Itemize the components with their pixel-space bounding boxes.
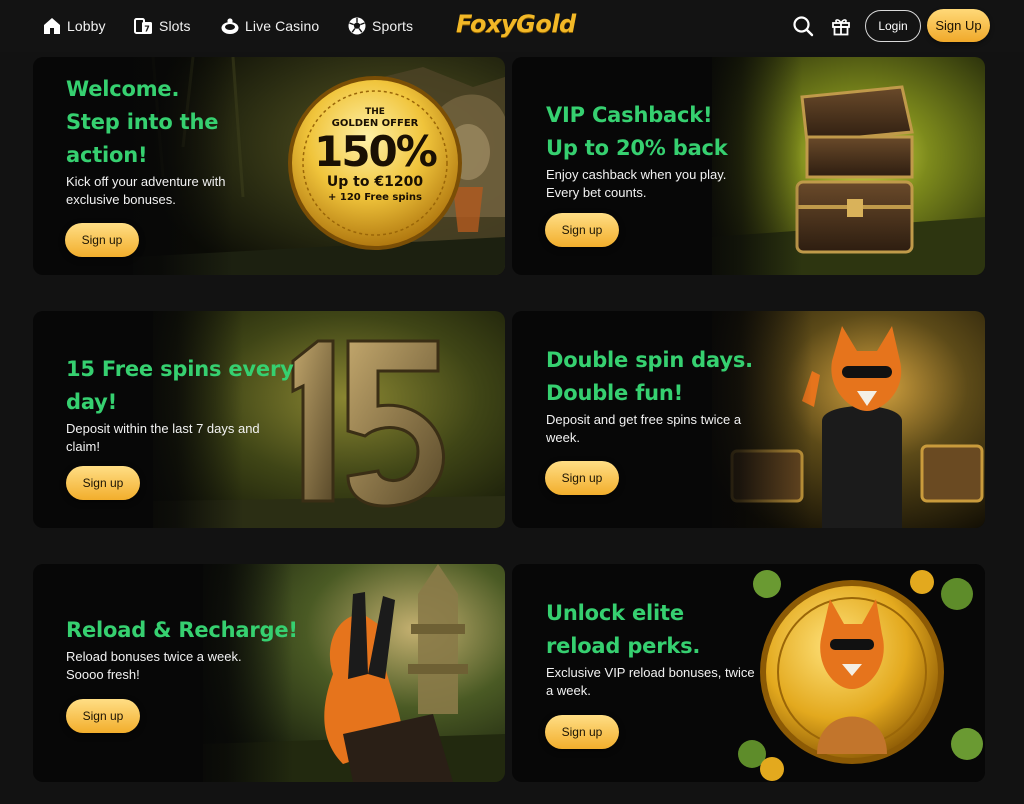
signup-button-header[interactable]: Sign Up [927, 9, 990, 42]
promo-text: Reload & Recharge! Reload bonuses twice … [66, 614, 326, 684]
badge-free-spins: + 120 Free spins [328, 192, 422, 203]
svg-text:7: 7 [144, 25, 150, 34]
promo-description: Kick off your adventure with exclusive b… [66, 174, 226, 207]
promo-text: 15 Free spins every day! Deposit within … [66, 353, 326, 456]
promo-text: Welcome. Step into the action! Kick off … [66, 73, 306, 209]
promo-headline: VIP Cashback! Up to 20% back [546, 103, 728, 160]
free-spins-signup-button[interactable]: Sign up [66, 466, 140, 500]
search-icon[interactable] [791, 14, 815, 38]
live-casino-icon [220, 16, 240, 36]
elite-reload-signup-button[interactable]: Sign up [545, 715, 619, 749]
promo-card-free-spins: 15 Free spins every day! Deposit within … [33, 311, 505, 528]
promo-card-double-spin: Double spin days. Double fun! Deposit an… [512, 311, 985, 528]
promo-card-elite-reload: Unlock elite reload perks. Exclusive VIP… [512, 564, 985, 782]
top-navigation-bar: Lobby 7 Slots Live Casino Sports FoxyGol… [0, 0, 1024, 52]
promo-headline: 15 Free spins every day! [66, 357, 294, 414]
badge-amount: Up to €1200 [326, 174, 424, 190]
slots-icon: 7 [133, 16, 154, 36]
login-button[interactable]: Login [865, 10, 921, 42]
promo-card-welcome: THE GOLDEN OFFER 150% Up to €1200 + 120 … [33, 57, 505, 275]
promo-headline: Reload & Recharge! [66, 618, 298, 642]
promo-text: Unlock elite reload perks. Exclusive VIP… [546, 597, 806, 700]
badge-kicker: THE [365, 107, 385, 117]
site-logo[interactable]: FoxyGold [456, 10, 576, 38]
nav-slots[interactable]: 7 Slots [133, 14, 191, 38]
double-spin-signup-button[interactable]: Sign up [545, 461, 619, 495]
promo-description: Deposit within the last 7 days and claim… [66, 421, 260, 454]
nav-sports-label: Sports [372, 18, 414, 34]
promo-text: Double spin days. Double fun! Deposit an… [546, 344, 806, 447]
vip-cashback-signup-button[interactable]: Sign up [545, 213, 619, 247]
welcome-signup-button[interactable]: Sign up [65, 223, 139, 257]
promo-card-vip-cashback: VIP Cashback! Up to 20% back Enjoy cashb… [512, 57, 985, 275]
soccer-ball-icon [347, 16, 367, 36]
promo-headline: Double spin days. Double fun! [546, 348, 753, 405]
gift-icon[interactable] [829, 14, 853, 38]
reload-recharge-signup-button[interactable]: Sign up [66, 699, 140, 733]
nav-lobby-label: Lobby [67, 18, 106, 34]
golden-offer-badge: THE GOLDEN OFFER 150% Up to €1200 + 120 … [286, 74, 464, 252]
promo-description: Reload bonuses twice a week. Soooo fresh… [66, 649, 242, 682]
promo-description: Enjoy cashback when you play. Every bet … [546, 167, 727, 200]
nav-sports[interactable]: Sports [347, 14, 413, 38]
home-icon [42, 16, 62, 36]
badge-percent: 150% [314, 127, 438, 176]
nav-slots-label: Slots [159, 18, 191, 34]
nav-lobby[interactable]: Lobby [42, 14, 106, 38]
nav-live-casino-label: Live Casino [245, 18, 320, 34]
nav-live-casino[interactable]: Live Casino [220, 14, 319, 38]
promo-description: Deposit and get free spins twice a week. [546, 412, 742, 445]
promo-text: VIP Cashback! Up to 20% back Enjoy cashb… [546, 99, 806, 202]
promo-description: Exclusive VIP reload bonuses, twice a we… [546, 665, 755, 698]
promo-card-reload-recharge: Reload & Recharge! Reload bonuses twice … [33, 564, 505, 782]
promo-headline: Unlock elite reload perks. [546, 601, 701, 658]
promo-headline: Welcome. Step into the action! [66, 77, 219, 167]
